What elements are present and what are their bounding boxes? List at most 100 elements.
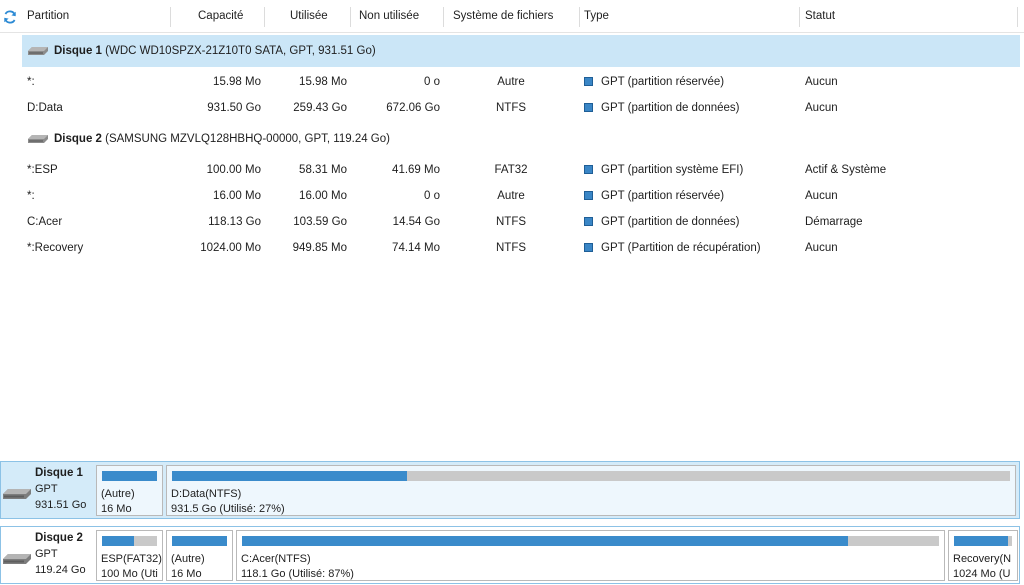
- partition-name: C:Acer: [27, 216, 63, 228]
- disk-map-size: 119.24 Go: [35, 564, 86, 576]
- capacity-cell: 118.13 Go: [208, 216, 261, 228]
- table-row[interactable]: D:Data 931.50 Go 259.43 Go 672.06 Go NTF…: [0, 95, 1024, 121]
- disk-info[interactable]: Disque 1 GPT 931.51 Go: [1, 462, 93, 518]
- usage-bar: [172, 471, 1010, 481]
- used-cell: 16.00 Mo: [299, 190, 347, 202]
- table-row[interactable]: *:Recovery 1024.00 Mo 949.85 Mo 74.14 Mo…: [0, 235, 1024, 261]
- disk-info[interactable]: Disque 2 GPT 119.24 Go: [1, 527, 93, 583]
- partition-block-size: 100 Mo (Uti: [101, 568, 158, 580]
- type-cell: GPT (Partition de récupération): [601, 242, 761, 254]
- filesystem-cell: FAT32: [494, 164, 528, 176]
- disk-row-1[interactable]: Disque 1 (WDC WD10SPZX-21Z10T0 SATA, GPT…: [22, 35, 1020, 67]
- table-row[interactable]: *:ESP 100.00 Mo 58.31 Mo 41.69 Mo FAT32 …: [0, 157, 1024, 183]
- unused-cell: 0 o: [424, 190, 440, 202]
- refresh-icon[interactable]: [2, 9, 18, 25]
- usage-fill: [954, 536, 1008, 546]
- col-filesystem[interactable]: Système de fichiers: [453, 0, 553, 33]
- disk-name: Disque 1: [54, 45, 102, 57]
- disk-map-type: GPT: [35, 483, 58, 495]
- filesystem-cell: Autre: [497, 190, 525, 202]
- filesystem-cell: NTFS: [495, 216, 527, 228]
- filesystem-cell: Autre: [497, 76, 525, 88]
- unused-cell: 672.06 Go: [386, 102, 440, 114]
- partition-type-icon: [584, 165, 593, 174]
- unused-cell: 0 o: [424, 76, 440, 88]
- filesystem-cell: NTFS: [495, 242, 527, 254]
- disk-name: Disque 2: [54, 133, 102, 145]
- col-unused[interactable]: Non utilisée: [359, 0, 419, 33]
- used-cell: 103.59 Go: [293, 216, 347, 228]
- disk-map-size: 931.51 Go: [35, 499, 87, 511]
- usage-bar: [954, 536, 1012, 546]
- partition-name: *:: [27, 190, 35, 202]
- disk-details: (WDC WD10SPZX-21Z10T0 SATA, GPT, 931.51 …: [105, 45, 376, 57]
- hard-disk-icon: [3, 554, 31, 564]
- col-divider[interactable]: [170, 7, 171, 27]
- table-row[interactable]: *: 15.98 Mo 15.98 Mo 0 o Autre GPT (part…: [0, 69, 1024, 95]
- capacity-cell: 15.98 Mo: [213, 76, 261, 88]
- partition-type-icon: [584, 243, 593, 252]
- partition-type-icon: [584, 217, 593, 226]
- type-cell: GPT (partition de données): [601, 216, 740, 228]
- partition-block-label: (Autre): [101, 488, 135, 500]
- status-cell: Aucun: [805, 102, 838, 114]
- disk-map: Disque 1 GPT 931.51 Go (Autre) 16 Mo D:D…: [0, 452, 1024, 585]
- type-cell: GPT (partition réservée): [601, 76, 725, 88]
- partition-block-size: 1024 Mo (U: [953, 568, 1011, 580]
- status-cell: Aucun: [805, 76, 838, 88]
- col-capacity[interactable]: Capacité: [198, 0, 243, 33]
- col-status[interactable]: Statut: [805, 0, 835, 33]
- type-cell: GPT (partition réservée): [601, 190, 725, 202]
- table-row[interactable]: *: 16.00 Mo 16.00 Mo 0 o Autre GPT (part…: [0, 183, 1024, 209]
- table-row[interactable]: C:Acer 118.13 Go 103.59 Go 14.54 Go NTFS…: [0, 209, 1024, 235]
- partition-block[interactable]: ESP(FAT32) 100 Mo (Uti: [96, 530, 163, 581]
- table-header: Partition Capacité Utilisée Non utilisée…: [0, 0, 1024, 33]
- disk-map-2[interactable]: Disque 2 GPT 119.24 Go ESP(FAT32) 100 Mo…: [0, 526, 1020, 584]
- usage-bar: [102, 471, 157, 481]
- col-used[interactable]: Utilisée: [290, 0, 328, 33]
- partition-block-size: 16 Mo: [101, 503, 132, 515]
- partition-block[interactable]: Recovery(N 1024 Mo (U: [948, 530, 1018, 581]
- partition-block-label: Recovery(N: [953, 553, 1012, 565]
- usage-fill: [172, 471, 407, 481]
- partition-block[interactable]: D:Data(NTFS) 931.5 Go (Utilisé: 27%): [166, 465, 1016, 516]
- col-divider[interactable]: [799, 7, 800, 27]
- disk-row-2[interactable]: Disque 2 (SAMSUNG MZVLQ128HBHQ-00000, GP…: [22, 123, 1020, 155]
- partition-name: D:Data: [27, 102, 63, 114]
- col-divider[interactable]: [350, 7, 351, 27]
- col-divider[interactable]: [264, 7, 265, 27]
- partition-name: *:ESP: [27, 164, 58, 176]
- type-cell: GPT (partition de données): [601, 102, 740, 114]
- partition-block[interactable]: C:Acer(NTFS) 118.1 Go (Utilisé: 87%): [236, 530, 945, 581]
- col-type[interactable]: Type: [584, 0, 609, 33]
- col-divider[interactable]: [443, 7, 444, 27]
- usage-fill: [172, 536, 227, 546]
- unused-cell: 74.14 Mo: [392, 242, 440, 254]
- disk-map-name: Disque 1: [35, 467, 83, 479]
- partition-type-icon: [584, 191, 593, 200]
- usage-fill: [102, 536, 134, 546]
- status-cell: Aucun: [805, 242, 838, 254]
- partition-block[interactable]: (Autre) 16 Mo: [96, 465, 163, 516]
- partition-type-icon: [584, 103, 593, 112]
- used-cell: 15.98 Mo: [299, 76, 347, 88]
- used-cell: 259.43 Go: [293, 102, 347, 114]
- col-partition[interactable]: Partition: [27, 0, 69, 33]
- used-cell: 949.85 Mo: [292, 242, 347, 254]
- disk-map-name: Disque 2: [35, 532, 83, 544]
- partition-name: *:Recovery: [27, 242, 84, 254]
- col-divider[interactable]: [579, 7, 580, 27]
- usage-bar: [172, 536, 227, 546]
- capacity-cell: 16.00 Mo: [213, 190, 261, 202]
- partition-table: Partition Capacité Utilisée Non utilisée…: [0, 0, 1024, 450]
- used-cell: 58.31 Mo: [299, 164, 347, 176]
- status-cell: Aucun: [805, 190, 838, 202]
- capacity-cell: 1024.00 Mo: [200, 242, 261, 254]
- status-cell: Actif & Système: [805, 164, 887, 176]
- disk-map-1[interactable]: Disque 1 GPT 931.51 Go (Autre) 16 Mo D:D…: [0, 461, 1020, 519]
- partition-name: *:: [27, 76, 35, 88]
- status-cell: Démarrage: [805, 216, 863, 228]
- col-divider[interactable]: [1017, 7, 1018, 27]
- unused-cell: 41.69 Mo: [392, 164, 440, 176]
- partition-block[interactable]: (Autre) 16 Mo: [166, 530, 233, 581]
